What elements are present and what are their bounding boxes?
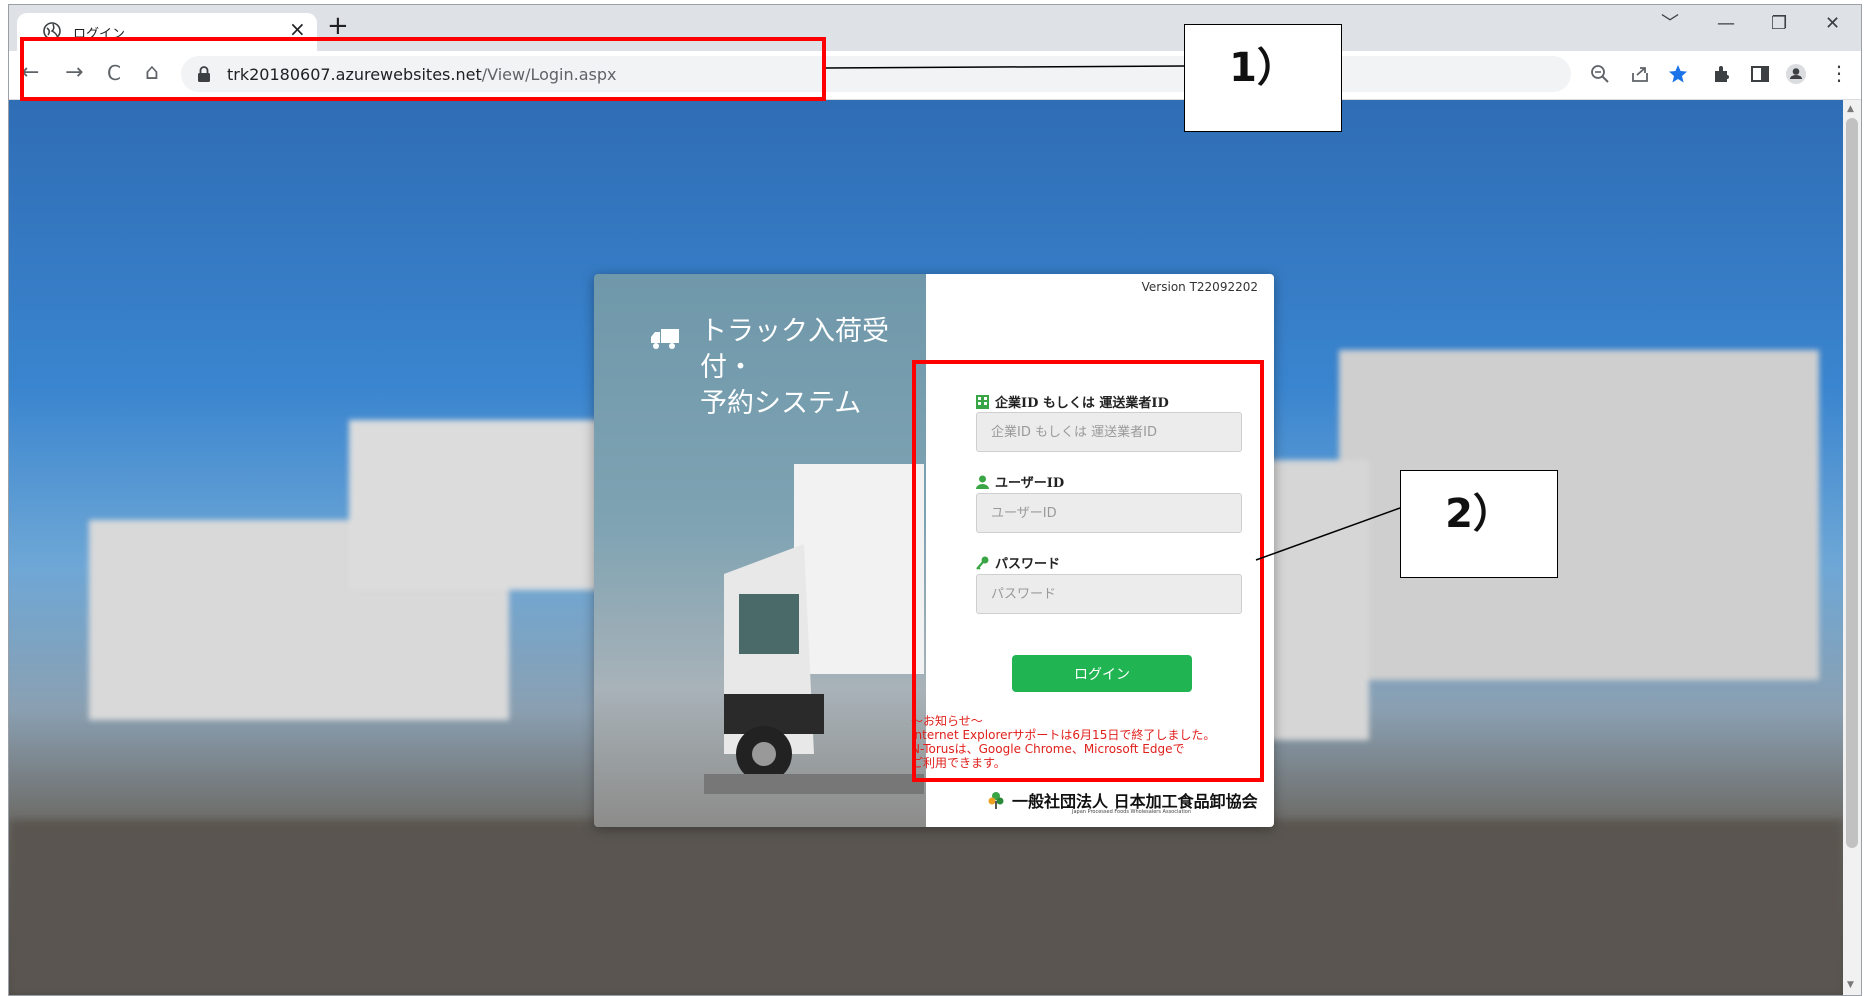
annotation-leader-lines [825,65,1401,561]
callout-2: 2） [1400,470,1558,578]
callout-1: 1） [1184,24,1342,132]
